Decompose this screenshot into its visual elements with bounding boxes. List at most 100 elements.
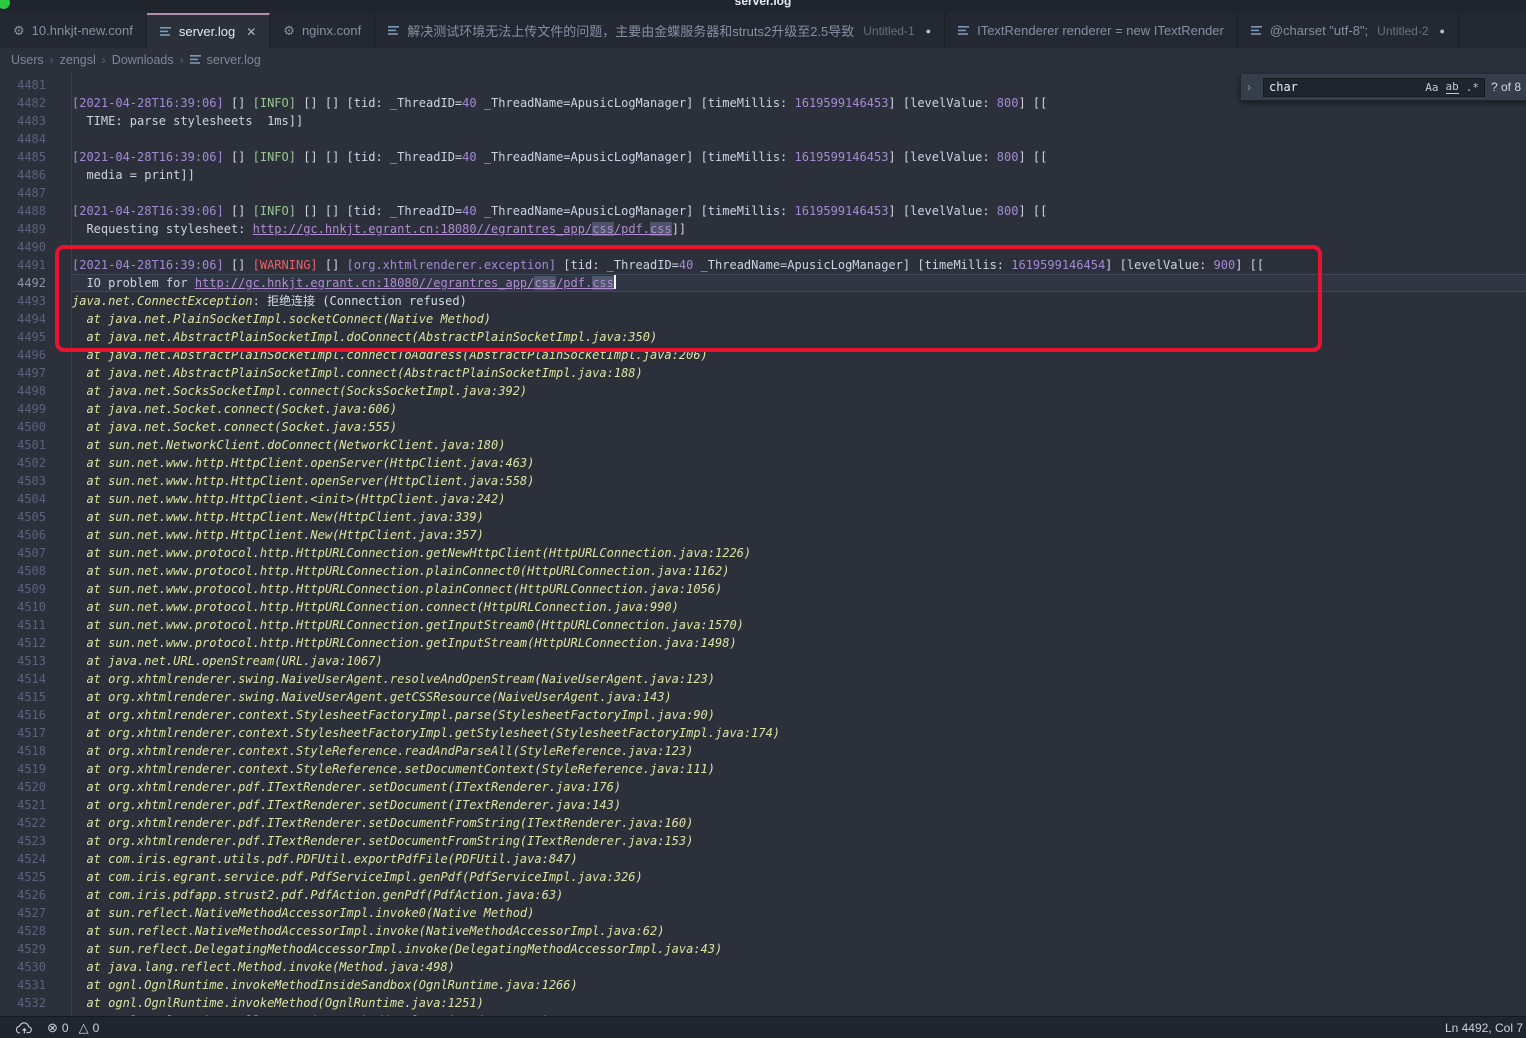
line-number: 4488	[0, 202, 46, 220]
line-number: 4521	[0, 796, 46, 814]
tab-label: server.log	[179, 24, 235, 39]
line-number: 4528	[0, 922, 46, 940]
log-line[interactable]: 4522 at org.xhtmlrenderer.pdf.ITextRende…	[0, 814, 1526, 832]
log-line[interactable]: 4495 at java.net.AbstractPlainSocketImpl…	[0, 328, 1526, 346]
tab-2[interactable]: server.log ✕	[147, 13, 270, 48]
tab-label: ITextRenderer renderer = new ITextRender	[977, 23, 1224, 38]
log-line[interactable]: 4500 at java.net.Socket.connect(Socket.j…	[0, 418, 1526, 436]
tab-label: 解决测试环境无法上传文件的问题，主要由金蝶服务器和struts2升级至2.5导致	[407, 21, 854, 40]
log-line[interactable]: 4526 at com.iris.pdfapp.strust2.pdf.PdfA…	[0, 886, 1526, 904]
find-input[interactable]: char	[1269, 80, 1418, 94]
line-text: [2021-04-28T16:39:06] [] [INFO] [] [] [t…	[72, 148, 1526, 166]
cursor-position[interactable]: Ln 4492, Col 7	[1445, 1021, 1523, 1035]
log-line[interactable]: 4497 at java.net.AbstractPlainSocketImpl…	[0, 364, 1526, 382]
match-case-button[interactable]: Aa	[1425, 81, 1438, 94]
log-line[interactable]: 4494 at java.net.PlainSocketImpl.socketC…	[0, 310, 1526, 328]
log-line[interactable]: 4530 at java.lang.reflect.Method.invoke(…	[0, 958, 1526, 976]
log-line[interactable]: 4490	[0, 238, 1526, 256]
log-line[interactable]: 4505 at sun.net.www.http.HttpClient.New(…	[0, 508, 1526, 526]
log-line[interactable]: 4496 at java.net.AbstractPlainSocketImpl…	[0, 346, 1526, 364]
log-line[interactable]: 4510 at sun.net.www.protocol.http.HttpUR…	[0, 598, 1526, 616]
line-number: 4489	[0, 220, 46, 238]
log-line[interactable]: 4523 at org.xhtmlrenderer.pdf.ITextRende…	[0, 832, 1526, 850]
log-line[interactable]: 4487	[0, 184, 1526, 202]
line-text: at java.net.SocksSocketImpl.connect(Sock…	[72, 382, 1526, 400]
log-line[interactable]: 4527 at sun.reflect.NativeMethodAccessor…	[0, 904, 1526, 922]
log-line[interactable]: 4531 at ognl.OgnlRuntime.invokeMethodIns…	[0, 976, 1526, 994]
warning-icon: △	[79, 1020, 89, 1036]
regex-button[interactable]: .*	[1466, 81, 1479, 94]
breadcrumb-item-server-log[interactable]: server.log	[190, 53, 261, 67]
tab-suffix: Untitled-2	[1377, 24, 1428, 38]
log-line[interactable]: 4507 at sun.net.www.protocol.http.HttpUR…	[0, 544, 1526, 562]
log-line[interactable]: 4486 media = print]]	[0, 166, 1526, 184]
line-text: java.net.ConnectException: 拒绝连接 (Connect…	[72, 292, 1526, 310]
line-text: at sun.net.www.http.HttpClient.New(HttpC…	[72, 526, 1526, 544]
log-line[interactable]: 4489 Requesting stylesheet: http://gc.hn…	[0, 220, 1526, 238]
log-line[interactable]: 4503 at sun.net.www.http.HttpClient.open…	[0, 472, 1526, 490]
log-line[interactable]: 4483 TIME: parse stylesheets 1ms]]	[0, 112, 1526, 130]
close-icon[interactable]: ✕	[246, 25, 256, 39]
line-number: 4484	[0, 130, 46, 148]
log-line[interactable]: 4502 at sun.net.www.http.HttpClient.open…	[0, 454, 1526, 472]
line-text: at org.xhtmlrenderer.pdf.ITextRenderer.s…	[72, 796, 1526, 814]
line-number: 4530	[0, 958, 46, 976]
log-line[interactable]: 4518 at org.xhtmlrenderer.context.StyleR…	[0, 742, 1526, 760]
line-text: at org.xhtmlrenderer.pdf.ITextRenderer.s…	[72, 778, 1526, 796]
line-number: 4501	[0, 436, 46, 454]
line-text: at org.xhtmlrenderer.pdf.ITextRenderer.s…	[72, 814, 1526, 832]
tab-6[interactable]: @charset "utf-8";Untitled-2●	[1238, 13, 1459, 48]
log-line[interactable]: 4493java.net.ConnectException: 拒绝连接 (Con…	[0, 292, 1526, 310]
tab-4[interactable]: 解决测试环境无法上传文件的问题，主要由金蝶服务器和struts2升级至2.5导致…	[375, 13, 945, 48]
log-line[interactable]: 4520 at org.xhtmlrenderer.pdf.ITextRende…	[0, 778, 1526, 796]
log-line[interactable]: 4491[2021-04-28T16:39:06] [] [WARNING] […	[0, 256, 1526, 274]
tab-3[interactable]: ⚙nginx.conf	[270, 13, 375, 48]
log-line[interactable]: 4528 at sun.reflect.NativeMethodAccessor…	[0, 922, 1526, 940]
line-text: at org.xhtmlrenderer.context.StyleRefere…	[72, 742, 1526, 760]
log-line[interactable]: 4492 IO problem for http://gc.hnkjt.egra…	[0, 274, 1526, 292]
line-number: 4514	[0, 670, 46, 688]
sync-status[interactable]	[16, 1022, 33, 1034]
line-number: 4531	[0, 976, 46, 994]
breadcrumb-item-downloads[interactable]: Downloads	[112, 53, 174, 67]
log-line[interactable]: 4506 at sun.net.www.http.HttpClient.New(…	[0, 526, 1526, 544]
line-text: at java.net.URL.openStream(URL.java:1067…	[72, 652, 1526, 670]
log-line[interactable]: 4512 at sun.net.www.protocol.http.HttpUR…	[0, 634, 1526, 652]
log-line[interactable]: 4498 at java.net.SocksSocketImpl.connect…	[0, 382, 1526, 400]
log-line[interactable]: 4504 at sun.net.www.http.HttpClient.<ini…	[0, 490, 1526, 508]
log-line[interactable]: 4524 at com.iris.egrant.utils.pdf.PDFUti…	[0, 850, 1526, 868]
log-line[interactable]: 4515 at org.xhtmlrenderer.swing.NaiveUse…	[0, 688, 1526, 706]
log-line[interactable]: 4525 at com.iris.egrant.service.pdf.PdfS…	[0, 868, 1526, 886]
editor[interactable]: 44814482[2021-04-28T16:39:06] [] [INFO] …	[0, 71, 1526, 1016]
toggle-replace-icon[interactable]: ›	[1247, 80, 1257, 94]
log-line[interactable]: 4514 at org.xhtmlrenderer.swing.NaiveUse…	[0, 670, 1526, 688]
log-line[interactable]: 4521 at org.xhtmlrenderer.pdf.ITextRende…	[0, 796, 1526, 814]
log-line[interactable]: 4511 at sun.net.www.protocol.http.HttpUR…	[0, 616, 1526, 634]
log-line[interactable]: 4513 at java.net.URL.openStream(URL.java…	[0, 652, 1526, 670]
log-line[interactable]: 4532 at ognl.OgnlRuntime.invokeMethod(Og…	[0, 994, 1526, 1012]
line-number: 4507	[0, 544, 46, 562]
tab-5[interactable]: ITextRenderer renderer = new ITextRender	[945, 13, 1238, 48]
log-line[interactable]: 4517 at org.xhtmlrenderer.context.Styles…	[0, 724, 1526, 742]
line-text: at sun.net.www.http.HttpClient.<init>(Ht…	[72, 490, 1526, 508]
line-text: at java.lang.reflect.Method.invoke(Metho…	[72, 958, 1526, 976]
log-line[interactable]: 4499 at java.net.Socket.connect(Socket.j…	[0, 400, 1526, 418]
line-text: at sun.net.www.protocol.http.HttpURLConn…	[72, 562, 1526, 580]
log-line[interactable]: 4508 at sun.net.www.protocol.http.HttpUR…	[0, 562, 1526, 580]
log-line[interactable]: 4488[2021-04-28T16:39:06] [] [INFO] [] […	[0, 202, 1526, 220]
line-number: 4513	[0, 652, 46, 670]
line-number: 4508	[0, 562, 46, 580]
breadcrumb-item-zengsl[interactable]: zengsl	[60, 53, 96, 67]
log-line[interactable]: 4516 at org.xhtmlrenderer.context.Styles…	[0, 706, 1526, 724]
log-line[interactable]: 4485[2021-04-28T16:39:06] [] [INFO] [] […	[0, 148, 1526, 166]
log-line[interactable]: 4519 at org.xhtmlrenderer.context.StyleR…	[0, 760, 1526, 778]
log-line[interactable]: 4501 at sun.net.NetworkClient.doConnect(…	[0, 436, 1526, 454]
line-number: 4522	[0, 814, 46, 832]
log-line[interactable]: 4529 at sun.reflect.DelegatingMethodAcce…	[0, 940, 1526, 958]
log-line[interactable]: 4484	[0, 130, 1526, 148]
breadcrumb-item-users[interactable]: Users	[11, 53, 44, 67]
log-line[interactable]: 4509 at sun.net.www.protocol.http.HttpUR…	[0, 580, 1526, 598]
whole-word-button[interactable]: ab	[1446, 80, 1459, 94]
tab-1[interactable]: ⚙10.hnkjt-new.conf	[0, 13, 147, 48]
problems-indicator[interactable]: ⊗ 0 △ 0	[47, 1020, 99, 1036]
